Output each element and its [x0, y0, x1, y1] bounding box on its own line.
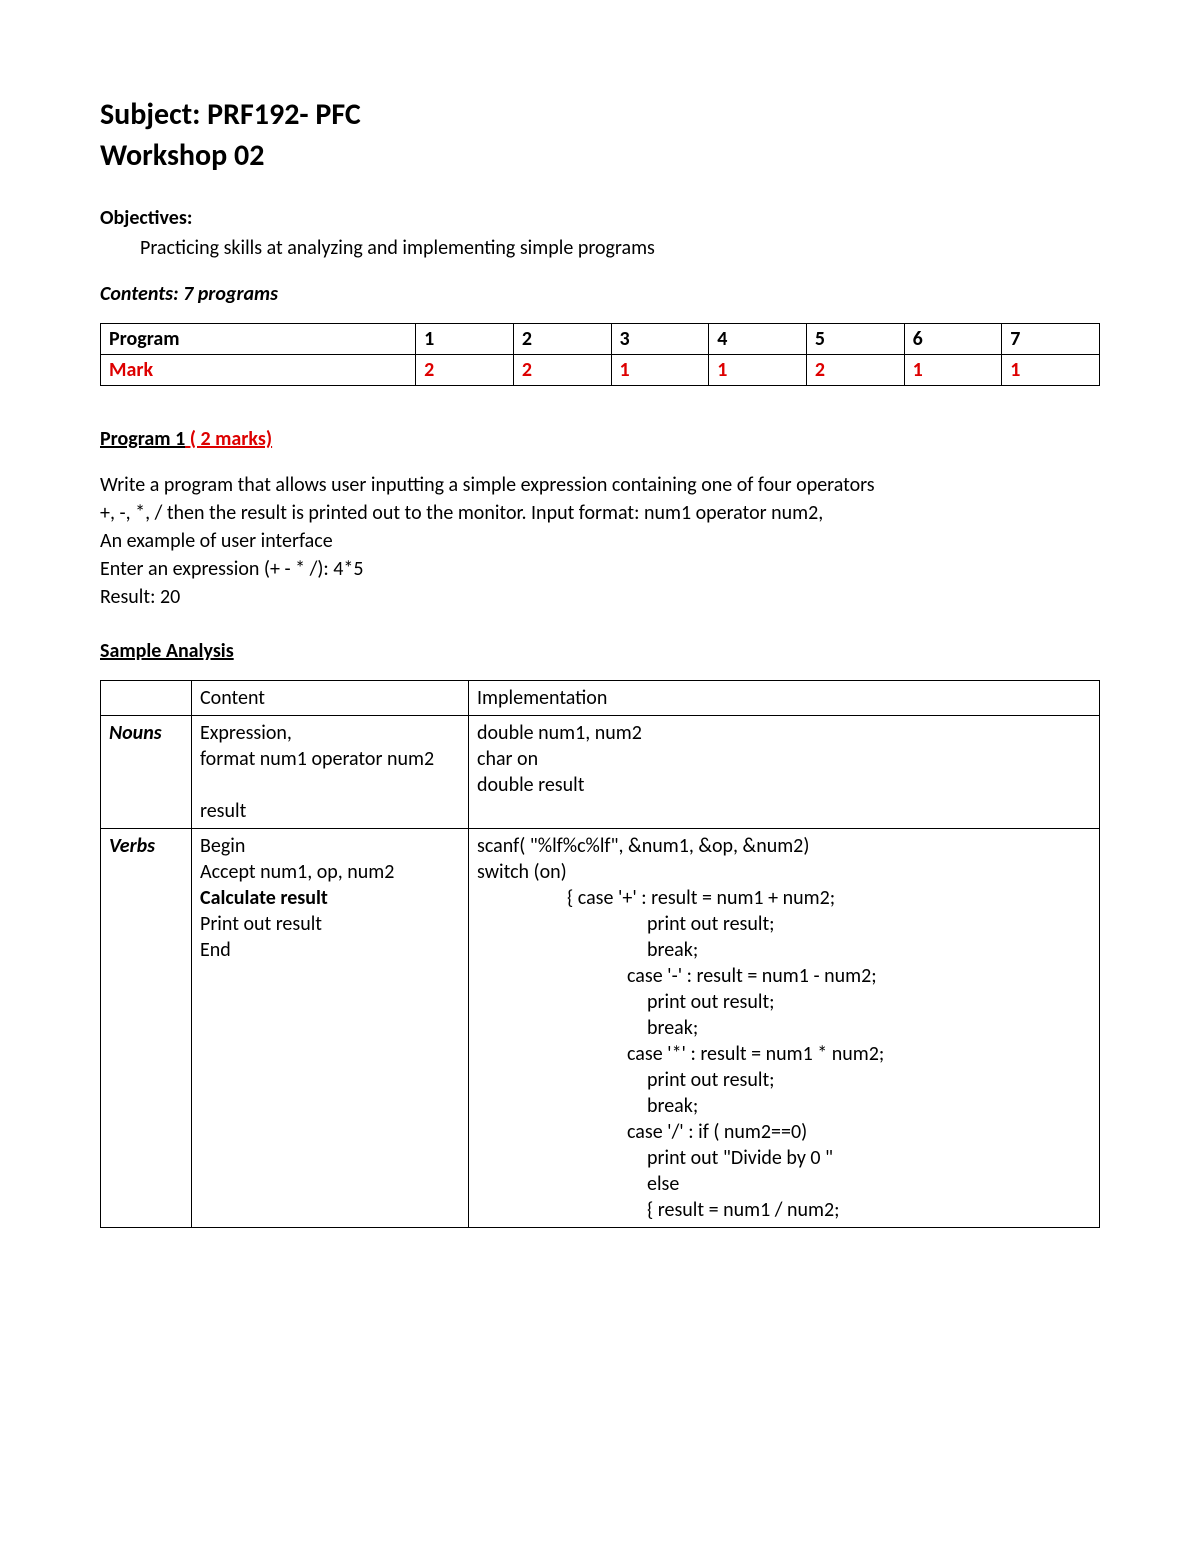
cell: scanf( "%lf%c%lf", &num1, &op, &num2)swi… [469, 829, 1100, 1228]
code-line: else [477, 1171, 1091, 1197]
table-row: Content Implementation [101, 681, 1100, 716]
table-row: Program 1 2 3 4 5 6 7 [101, 324, 1100, 355]
text: Expression, [200, 721, 292, 745]
text: double result [477, 773, 584, 797]
desc-line: Enter an expression (+ - * /): 4*5 [100, 556, 1100, 582]
sample-analysis-label: Sample Analysis [100, 638, 1100, 664]
code-line: switch (on) [477, 859, 1091, 885]
code-line: print out result; [477, 1067, 1091, 1093]
text: End [200, 938, 231, 962]
cell-verbs-label: Verbs [101, 829, 192, 1228]
cell: 2 [513, 324, 611, 355]
text: Print out result [200, 912, 322, 936]
analysis-table: Content Implementation Nouns Expression,… [100, 680, 1100, 1228]
code-line: print out result; [477, 989, 1091, 1015]
desc-line: An example of user interface [100, 528, 1100, 554]
program-heading-black: Program 1 [100, 427, 185, 451]
cell: 1 [416, 324, 514, 355]
code-line: case '-' : result = num1 - num2; [477, 963, 1091, 989]
page-subtitle: Workshop 02 [100, 136, 1100, 175]
cell: 2 [806, 355, 904, 386]
text: Calculate result [200, 886, 328, 910]
desc-line: Write a program that allows user inputti… [100, 472, 1100, 498]
code-line: print out "Divide by 0 " [477, 1145, 1091, 1171]
marks-table: Program 1 2 3 4 5 6 7 Mark 2 2 1 1 2 1 1 [100, 323, 1100, 386]
cell: 1 [904, 355, 1002, 386]
code-line: break; [477, 1093, 1091, 1119]
cell: 7 [1002, 324, 1100, 355]
cell: Implementation [469, 681, 1100, 716]
code-line: print out result; [477, 911, 1091, 937]
cell: 5 [806, 324, 904, 355]
cell: 4 [709, 324, 807, 355]
cell: 1 [709, 355, 807, 386]
table-row: Nouns Expression, format num1 operator n… [101, 716, 1100, 829]
contents-label: Contents: 7 programs [100, 281, 1100, 307]
table-row: Mark 2 2 1 1 2 1 1 [101, 355, 1100, 386]
desc-line: Result: 20 [100, 584, 1100, 610]
cell: 1 [1002, 355, 1100, 386]
code-line: break; [477, 1015, 1091, 1041]
text: format num1 operator num2 [200, 747, 434, 771]
cell: 6 [904, 324, 1002, 355]
program-description: Write a program that allows user inputti… [100, 472, 1100, 610]
code-line: { case '+' : result = num1 + num2; [477, 885, 1091, 911]
cell [101, 681, 192, 716]
cell: 3 [611, 324, 709, 355]
cell: double num1, num2 char on double result [469, 716, 1100, 829]
desc-line: +, -, *, / then the result is printed ou… [100, 500, 1100, 526]
text: double num1, num2 [477, 721, 642, 745]
cell-mark-label: Mark [101, 355, 416, 386]
cell: Begin Accept num1, op, num2 Calculate re… [192, 829, 469, 1228]
cell: Expression, format num1 operator num2 re… [192, 716, 469, 829]
cell: 1 [611, 355, 709, 386]
code-line: scanf( "%lf%c%lf", &num1, &op, &num2) [477, 833, 1091, 859]
cell-nouns-label: Nouns [101, 716, 192, 829]
page-title: Subject: PRF192- PFC [100, 95, 1100, 134]
text: Accept num1, op, num2 [200, 860, 394, 884]
text: result [200, 799, 246, 823]
table-row: Verbs Begin Accept num1, op, num2 Calcul… [101, 829, 1100, 1228]
code-line: break; [477, 937, 1091, 963]
objectives-text: Practicing skills at analyzing and imple… [140, 235, 1100, 261]
code-line: { result = num1 / num2; [477, 1197, 1091, 1223]
cell-program-label: Program [101, 324, 416, 355]
objectives-label: Objectives: [100, 205, 1100, 231]
program-heading-red: ( 2 marks) [185, 427, 272, 451]
cell: Content [192, 681, 469, 716]
text: Begin [200, 834, 245, 858]
code-line: case '/' : if ( num2==0) [477, 1119, 1091, 1145]
text: char on [477, 747, 538, 771]
program-heading: Program 1 ( 2 marks) [100, 426, 1100, 452]
cell: 2 [416, 355, 514, 386]
code-line: case '*' : result = num1 * num2; [477, 1041, 1091, 1067]
cell: 2 [513, 355, 611, 386]
